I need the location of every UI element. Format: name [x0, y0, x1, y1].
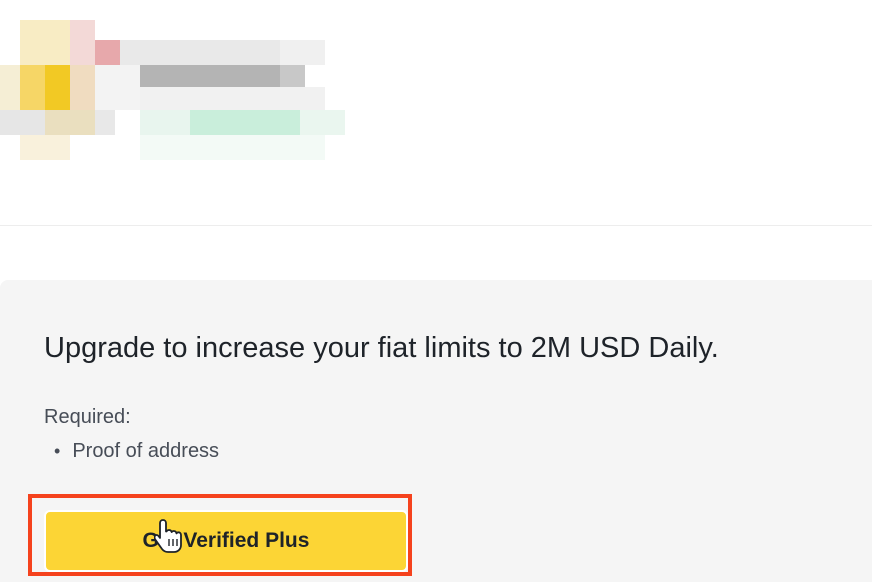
bullet-icon: • [54, 441, 61, 461]
requirement-item: Proof of address [72, 440, 220, 462]
section-divider [0, 225, 872, 226]
hand-pointer-icon [154, 519, 182, 553]
upgrade-title: Upgrade to increase your fiat limits to … [44, 332, 719, 364]
redacted-profile-area [0, 0, 360, 190]
requirements-list: • Proof of address [54, 440, 219, 463]
get-verified-plus-button[interactable]: Get Verified Plus [44, 510, 408, 572]
required-label: Required: [44, 406, 131, 428]
verification-page: Upgrade to increase your fiat limits to … [0, 0, 872, 582]
